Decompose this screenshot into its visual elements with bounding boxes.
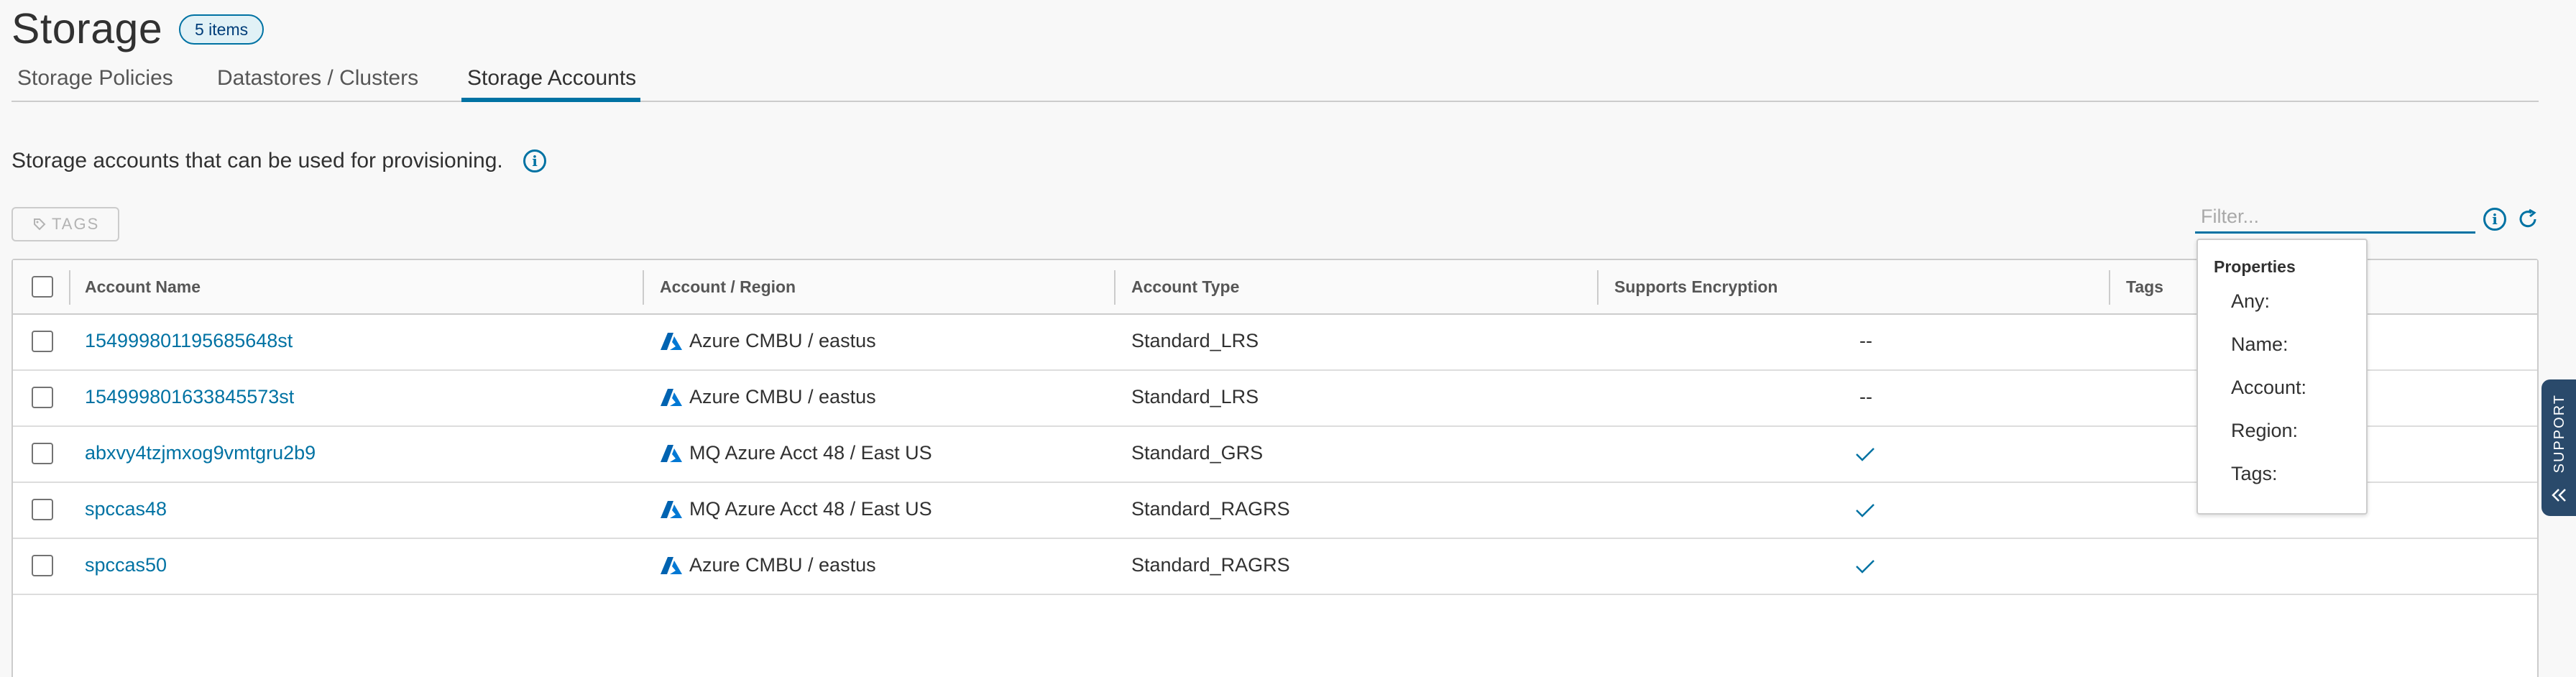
column-header-account-type[interactable]: Account Type	[1131, 260, 1239, 313]
azure-icon	[661, 501, 682, 518]
account-type: Standard_LRS	[1131, 330, 1259, 351]
account-region: Azure CMBU / eastus	[689, 330, 876, 351]
account-region: Azure CMBU / eastus	[689, 554, 876, 576]
tag-icon	[34, 218, 46, 231]
column-separator	[69, 270, 70, 305]
table-row[interactable]: spccas50 Azure CMBU / eastus Standard_RA…	[13, 538, 2537, 595]
active-tab-indicator	[461, 98, 641, 102]
filter-properties-dropdown: Properties Any: Name: Account: Region: T…	[2196, 239, 2368, 515]
azure-icon	[661, 445, 682, 462]
select-all-checkbox[interactable]	[32, 276, 53, 298]
account-type: Standard_RAGRS	[1131, 554, 1290, 576]
column-header-account-name[interactable]: Account Name	[85, 260, 201, 313]
azure-icon	[661, 557, 682, 574]
account-type: Standard_RAGRS	[1131, 498, 1290, 520]
encryption-unsupported: --	[1859, 330, 1872, 351]
account-region: MQ Azure Acct 48 / East US	[689, 498, 932, 520]
storage-page: Storage 5 items Storage Policies Datasto…	[0, 0, 2576, 677]
tab-storage-policies[interactable]: Storage Policies	[17, 62, 173, 101]
table-row[interactable]: 154999801633845573st Azure CMBU / eastus…	[13, 369, 2537, 427]
column-separator[interactable]	[643, 270, 644, 305]
check-icon	[1856, 448, 1874, 461]
row-checkbox[interactable]	[32, 499, 53, 520]
support-tab[interactable]: SUPPORT	[2542, 379, 2576, 516]
encryption-unsupported: --	[1859, 386, 1872, 407]
filter-option-tags[interactable]: Tags:	[2231, 463, 2278, 485]
table-row[interactable]: abxvy4tzjmxog9vmtgru2b9 MQ Azure Acct 48…	[13, 425, 2537, 483]
table-row[interactable]: spccas48 MQ Azure Acct 48 / East US Stan…	[13, 482, 2537, 539]
grid-header-row: Account Name Account / Region Account Ty…	[13, 260, 2537, 315]
row-checkbox[interactable]	[32, 331, 53, 352]
page-title: Storage	[12, 5, 163, 52]
account-region: MQ Azure Acct 48 / East US	[689, 442, 932, 464]
azure-icon	[661, 333, 682, 350]
account-name-link[interactable]: 154999801195685648st	[85, 313, 293, 369]
account-name-link[interactable]: spccas50	[85, 538, 167, 594]
row-checkbox[interactable]	[32, 555, 53, 576]
tab-storage-accounts[interactable]: Storage Accounts	[461, 62, 641, 102]
check-icon	[1856, 560, 1874, 574]
item-count-badge: 5 items	[179, 14, 264, 45]
filter-option-any[interactable]: Any:	[2231, 290, 2270, 313]
tab-storage-accounts-label: Storage Accounts	[467, 66, 637, 90]
tags-button-label: TAGS	[52, 215, 100, 233]
account-name-link[interactable]: spccas48	[85, 482, 167, 538]
page-description: Storage accounts that can be used for pr…	[12, 149, 503, 172]
account-type: Standard_LRS	[1131, 386, 1259, 407]
filter-option-account[interactable]: Account:	[2231, 377, 2306, 399]
column-separator[interactable]	[2109, 270, 2110, 305]
tab-datastores-clusters[interactable]: Datastores / Clusters	[217, 62, 418, 101]
tab-bar: Storage Policies Datastores / Clusters S…	[12, 62, 2539, 102]
refresh-icon[interactable]	[2516, 207, 2540, 231]
tags-button[interactable]: TAGS	[12, 207, 119, 241]
account-region: Azure CMBU / eastus	[689, 386, 876, 407]
support-label: SUPPORT	[2552, 394, 2567, 474]
column-header-tags[interactable]: Tags	[2126, 260, 2163, 313]
row-checkbox[interactable]	[32, 387, 53, 408]
filter-input[interactable]	[2195, 202, 2475, 234]
table-row[interactable]: 154999801195685648st Azure CMBU / eastus…	[13, 313, 2537, 371]
filter-info-icon[interactable]: i	[2483, 208, 2506, 231]
account-type: Standard_GRS	[1131, 442, 1264, 464]
filter-option-name[interactable]: Name:	[2231, 333, 2288, 356]
column-header-account-region[interactable]: Account / Region	[660, 260, 796, 313]
dropdown-header: Properties	[2214, 257, 2296, 276]
double-chevron-left-icon	[2552, 489, 2566, 502]
account-name-link[interactable]: abxvy4tzjmxog9vmtgru2b9	[85, 425, 316, 482]
account-name-link[interactable]: 154999801633845573st	[85, 369, 294, 425]
azure-icon	[661, 389, 682, 406]
filter-option-region[interactable]: Region:	[2231, 420, 2298, 442]
row-checkbox[interactable]	[32, 443, 53, 464]
check-icon	[1856, 504, 1874, 517]
column-separator[interactable]	[1597, 270, 1598, 305]
column-header-supports-encryption[interactable]: Supports Encryption	[1614, 260, 1777, 313]
column-separator[interactable]	[1114, 270, 1116, 305]
info-icon[interactable]: i	[523, 149, 546, 172]
storage-accounts-grid: Account Name Account / Region Account Ty…	[12, 259, 2539, 677]
